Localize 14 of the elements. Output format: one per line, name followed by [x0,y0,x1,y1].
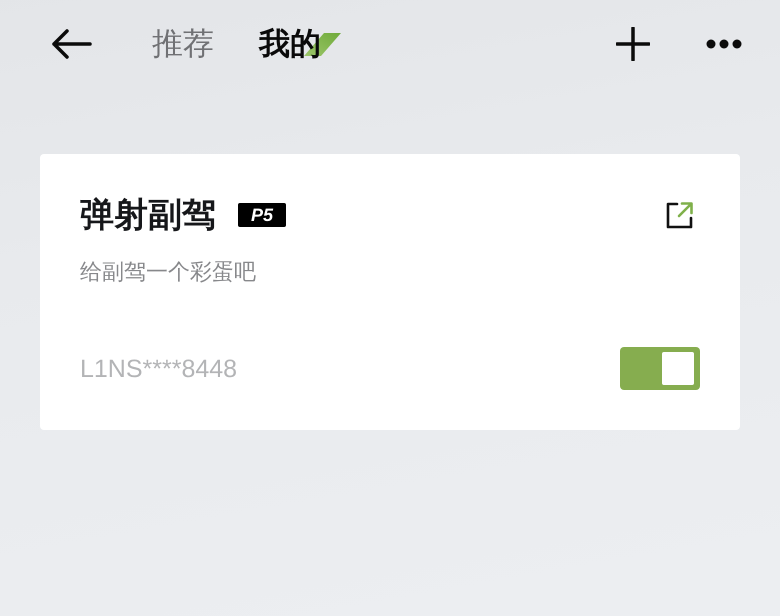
level-badge: P5 [238,203,286,227]
more-button[interactable] [706,39,742,49]
external-link-icon [666,201,694,229]
tab[interactable]: 推荐 [152,24,214,64]
toggle-switch[interactable] [620,347,700,390]
more-icon [706,39,742,49]
card-subtitle: 给副驾一个彩蛋吧 [80,259,257,287]
back-arrow-icon [52,29,92,59]
card-title: 弹射副驾 [80,194,216,237]
share-button[interactable] [666,201,694,229]
device-id: L1NS****8448 [80,354,238,384]
back-button[interactable] [52,29,92,59]
plus-icon [616,27,650,61]
add-button[interactable] [616,27,650,61]
